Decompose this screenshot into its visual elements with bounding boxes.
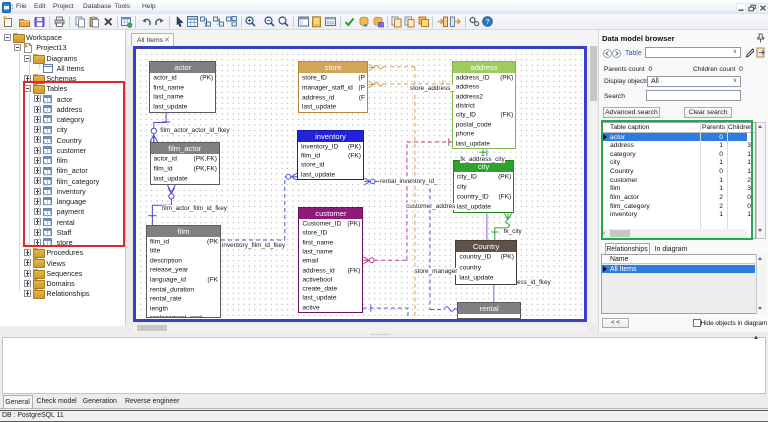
svg-text:?: ? — [485, 17, 489, 26]
svg-text:1: 1 — [204, 23, 207, 29]
